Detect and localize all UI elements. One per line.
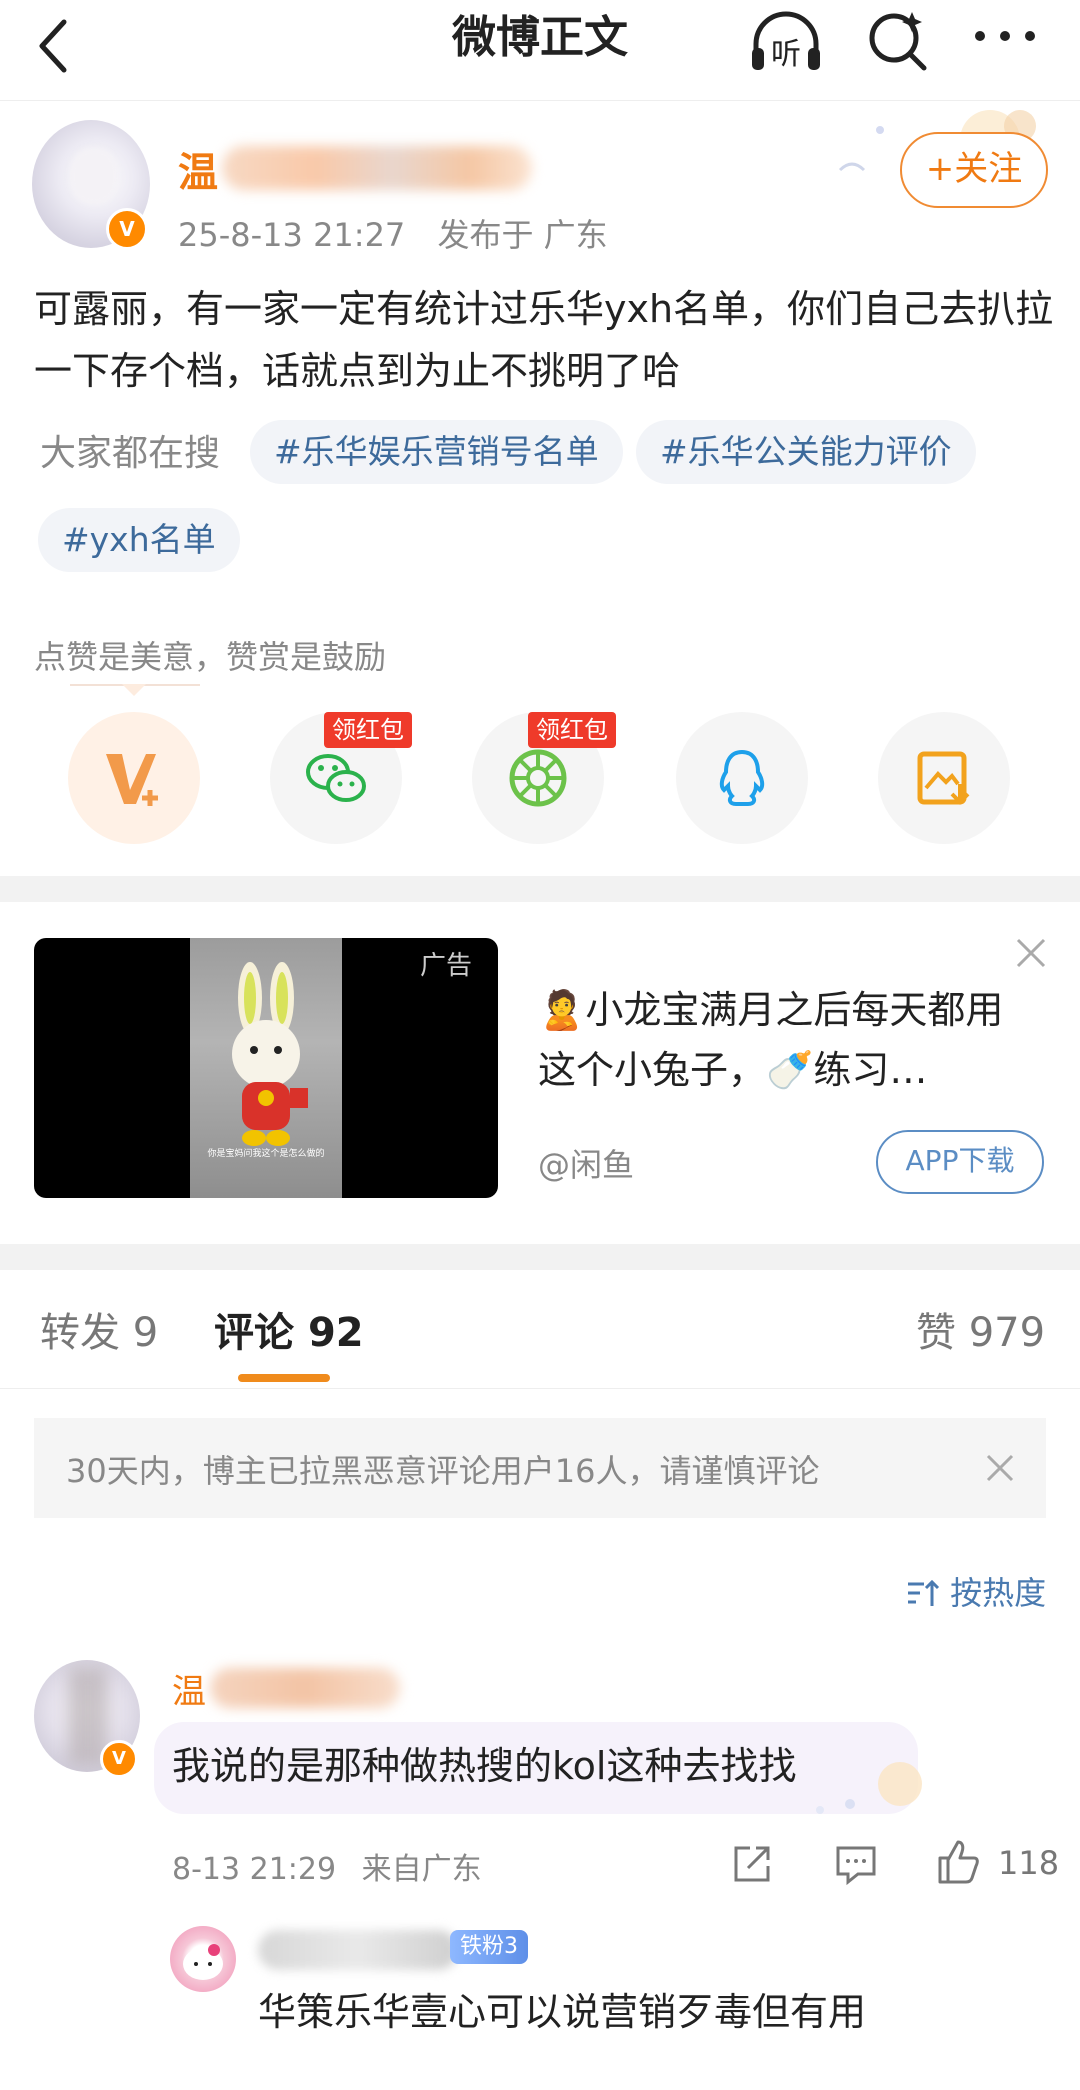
reward-button[interactable] <box>68 712 200 844</box>
close-icon[interactable] <box>1014 936 1048 970</box>
reply-icon[interactable] <box>834 1844 878 1886</box>
bubble-decor-icon <box>816 1762 922 1814</box>
hello-kitty-icon <box>183 1944 223 1980</box>
reward-v-icon <box>106 754 158 806</box>
sort-icon <box>908 1579 940 1606</box>
notice-text: 30天内，博主已拉黑恶意评论用户16人，请谨慎评论 <box>66 1452 820 1490</box>
qq-icon <box>719 749 765 806</box>
author-name-blurred <box>222 146 532 190</box>
verified-badge: V <box>106 208 148 250</box>
commenter-name-blurred <box>210 1668 400 1708</box>
post-location: 发布于 广东 <box>437 216 608 254</box>
app-download-button[interactable]: APP下载 <box>876 1130 1044 1194</box>
replier-name-blurred <box>258 1930 458 1970</box>
listen-label: 听 <box>771 37 801 72</box>
comment-location: 来自广东 <box>361 1852 482 1887</box>
red-packet-badge: 领红包 <box>324 712 412 748</box>
post-body: 可露丽，有一家一定有统计过乐华yxh名单，你们自己去扒拉一下存个档，话就点到为止… <box>34 287 1054 393</box>
tab-likes[interactable]: 赞 979 <box>916 1300 1045 1358</box>
like-count: 118 <box>998 1844 1060 1882</box>
tab-reposts-label: 转发 <box>40 1310 120 1356</box>
fan-badge: 铁粉3 <box>450 1930 528 1964</box>
post-meta: 25-8-13 21:27 发布于 广东 <box>178 210 630 256</box>
ad-video-caption: 你是宝妈问我这个是怎么做的 <box>207 1149 325 1159</box>
follow-button[interactable]: +关注 <box>900 132 1048 208</box>
more-icon[interactable] <box>970 14 1040 58</box>
tab-comments-count: 92 <box>307 1310 364 1356</box>
tip-arrow-icon <box>122 684 146 696</box>
tabs-divider <box>0 1388 1080 1389</box>
ad-title[interactable]: 🙎小龙宝满月之后每天都用这个小兔子，🍼练习… <box>538 980 1038 1100</box>
comment-notice: 30天内，博主已拉黑恶意评论用户16人，请谨慎评论 <box>34 1418 1046 1518</box>
active-tab-indicator <box>238 1374 330 1382</box>
search-tag[interactable]: #yxh名单 <box>38 508 240 572</box>
search-icon[interactable] <box>866 8 930 72</box>
search-tag[interactable]: #乐华公关能力评价 <box>636 420 976 484</box>
comment-date: 8-13 21:29 <box>172 1852 337 1887</box>
tab-comments-label: 评论 <box>214 1310 294 1356</box>
moments-icon <box>509 749 567 807</box>
ad-video-frame: 你是宝妈问我这个是怎么做的 <box>190 938 342 1198</box>
tab-likes-count: 979 <box>968 1310 1046 1356</box>
comment-text: 我说的是那种做热搜的kol这种去找找 <box>172 1744 797 1788</box>
tab-comments[interactable]: 评论 92 <box>214 1300 364 1358</box>
post-date: 25-8-13 21:27 <box>178 216 406 254</box>
search-tag[interactable]: #乐华娱乐营销号名单 <box>250 420 623 484</box>
section-divider <box>0 1244 1080 1270</box>
like-icon[interactable] <box>934 1838 982 1886</box>
verified-badge: V <box>100 1740 138 1778</box>
wechat-icon <box>306 754 366 802</box>
red-packet-badge: 领红包 <box>528 712 616 748</box>
save-image-icon <box>917 751 970 805</box>
sort-label: 按热度 <box>950 1574 1047 1612</box>
replier-avatar[interactable] <box>170 1926 236 1992</box>
ad-label: 广告 <box>420 951 473 981</box>
author-name[interactable]: 温 <box>178 140 218 198</box>
section-divider <box>0 876 1080 902</box>
reward-tip: 点赞是美意，赞赏是鼓励 <box>34 638 387 676</box>
tab-reposts-count: 9 <box>132 1310 159 1356</box>
share-icon[interactable] <box>730 1842 774 1886</box>
tab-likes-label: 赞 <box>916 1310 956 1356</box>
save-image-button[interactable] <box>878 712 1010 844</box>
close-icon[interactable] <box>980 1448 1020 1488</box>
tab-reposts[interactable]: 转发 9 <box>40 1300 158 1358</box>
comment-meta: 8-13 21:29 来自广东 <box>172 1844 498 1888</box>
reply-text: 华策乐华壹心可以说营销歹毒但有用 <box>258 1990 867 2034</box>
search-label: 大家都在搜 <box>40 433 221 474</box>
sort-button[interactable]: 按热度 <box>906 1568 1046 1614</box>
commenter-name[interactable]: 温 <box>172 1664 206 1713</box>
ad-source: @闲鱼 <box>538 1146 635 1184</box>
share-qq-button[interactable] <box>676 712 808 844</box>
listen-button[interactable]: 听 <box>748 8 824 78</box>
top-bar: 微博正文 听 <box>0 0 1080 101</box>
bunny-toy-image <box>232 962 308 1146</box>
